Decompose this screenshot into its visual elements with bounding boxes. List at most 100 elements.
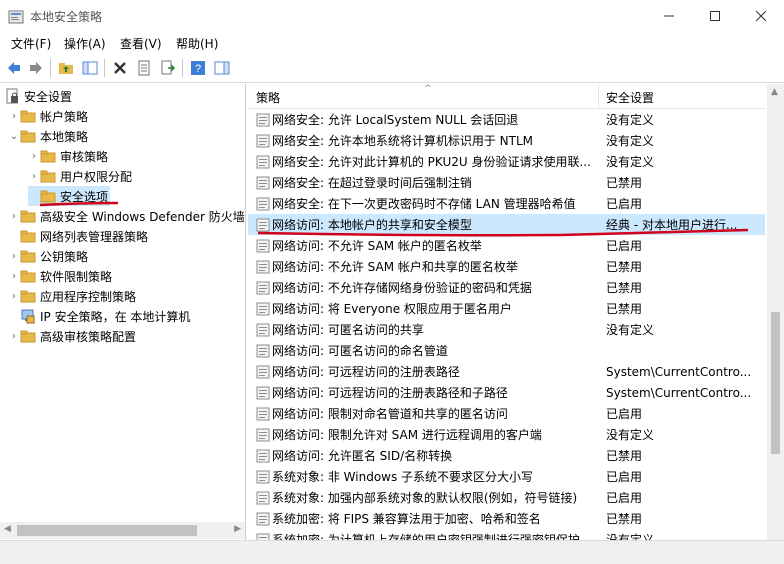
policy-row[interactable]: 网络访问: 限制允许对 SAM 进行远程调用的客户端 没有定义: [248, 424, 765, 445]
policy-row[interactable]: 系统加密: 将 FIPS 兼容算法用于加密、哈希和签名 已禁用: [248, 508, 765, 529]
chevron-right-icon[interactable]: ›: [28, 151, 40, 162]
chevron-right-icon[interactable]: ›: [28, 171, 40, 182]
menu-action[interactable]: 操作(A): [64, 35, 106, 52]
tree-item[interactable]: › 用户权限分配: [28, 166, 132, 186]
toolbar-separator: [104, 59, 105, 77]
policy-row[interactable]: 系统对象: 非 Windows 子系统不要求区分大小写 已启用: [248, 466, 765, 487]
column-security-setting[interactable]: 安全设置: [606, 89, 654, 106]
chevron-right-icon[interactable]: ›: [8, 271, 20, 282]
delete-button[interactable]: [110, 58, 130, 78]
policy-row[interactable]: 网络访问: 允许匿名 SID/名称转换 已禁用: [248, 445, 765, 466]
show-hide-tree-button[interactable]: [80, 58, 100, 78]
tree-item-label: 高级安全 Windows Defender 防火墙: [40, 209, 245, 224]
maximize-icon: [710, 11, 720, 21]
chevron-down-icon[interactable]: ⌄: [8, 131, 20, 142]
column-policy[interactable]: 策略: [256, 89, 280, 106]
tree-item-label: 安全选项: [60, 189, 109, 204]
close-button[interactable]: [738, 0, 784, 32]
tree-item[interactable]: › 帐户策略: [8, 106, 88, 126]
scroll-left-icon[interactable]: ◀: [4, 524, 11, 534]
scroll-thumb[interactable]: [771, 312, 780, 454]
menu-help[interactable]: 帮助(H): [176, 35, 218, 52]
policy-setting: 已禁用: [606, 449, 643, 463]
policy-name: 网络访问: 可远程访问的注册表路径和子路径: [272, 386, 508, 400]
policy-setting: 已禁用: [606, 302, 643, 316]
folder-icon: [20, 230, 36, 243]
tree-item[interactable]: › 软件限制策略: [8, 266, 112, 286]
back-button[interactable]: [4, 58, 24, 78]
policy-icon: [256, 134, 270, 147]
folder-icon: [20, 250, 36, 263]
maximize-button[interactable]: [692, 0, 738, 32]
chevron-right-icon[interactable]: ›: [8, 211, 20, 222]
policy-row[interactable]: 网络访问: 可远程访问的注册表路径和子路径 System\CurrentContr…: [248, 382, 765, 403]
tree-horizontal-scrollbar[interactable]: ◀ ▶: [0, 522, 245, 539]
policy-name: 网络访问: 不允许 SAM 帐户和共享的匿名枚举: [272, 260, 518, 274]
policy-name: 系统加密: 将 FIPS 兼容算法用于加密、哈希和签名: [272, 512, 541, 526]
policy-icon: [256, 470, 270, 483]
tree-item[interactable]: › 公钥策略: [8, 246, 88, 266]
close-icon: [755, 10, 767, 22]
scroll-right-icon[interactable]: ▶: [234, 524, 241, 534]
show-action-pane-button[interactable]: [212, 58, 232, 78]
policy-icon: [256, 176, 270, 189]
chevron-right-icon[interactable]: ›: [8, 291, 20, 302]
policy-row[interactable]: 网络安全: 允许 LocalSystem NULL 会话回退 没有定义: [248, 109, 765, 130]
security-settings-icon: [6, 88, 18, 104]
tree-item-label: 审核策略: [60, 149, 109, 164]
up-one-level-button[interactable]: [56, 58, 76, 78]
tree-item-label: IP 安全策略，在 本地计算机: [40, 309, 191, 324]
tree-item[interactable]: › 高级审核策略配置: [8, 326, 136, 346]
minimize-button[interactable]: [646, 0, 692, 32]
policy-row[interactable]: 网络访问: 本地帐户的共享和安全模型 经典 - 对本地用户进行...: [248, 214, 765, 235]
scroll-thumb[interactable]: [17, 525, 197, 536]
policy-row[interactable]: 网络访问: 不允许 SAM 帐户和共享的匿名枚举 已禁用: [248, 256, 765, 277]
forward-button[interactable]: [26, 58, 46, 78]
tree-item[interactable]: › 高级安全 Windows Defender 防火墙: [8, 206, 245, 226]
policy-row[interactable]: 系统对象: 加强内部系统对象的默认权限(例如，符号链接) 已启用: [248, 487, 765, 508]
tree-root-security-settings[interactable]: 安全设置: [4, 86, 72, 106]
policy-name: 网络访问: 本地帐户的共享和安全模型: [272, 218, 472, 232]
export-list-button[interactable]: [158, 58, 178, 78]
chevron-right-icon[interactable]: ›: [8, 331, 20, 342]
policy-setting: 没有定义: [606, 323, 655, 337]
menu-file[interactable]: 文件(F): [11, 35, 51, 52]
policy-row[interactable]: 网络安全: 在下一次更改密码时不存储 LAN 管理器哈希值 已启用: [248, 193, 765, 214]
policy-row[interactable]: 网络访问: 不允许 SAM 帐户的匿名枚举 已启用: [248, 235, 765, 256]
policy-name: 网络访问: 允许匿名 SID/名称转换: [272, 449, 453, 463]
policy-list: 策略 ^ 安全设置 网络安全: 允许 LocalSystem NULL 会话回退…: [248, 84, 784, 540]
toolbar-separator: [50, 59, 51, 77]
policy-row[interactable]: 网络安全: 允许本地系统将计算机标识用于 NTLM 没有定义: [248, 130, 765, 151]
policy-row[interactable]: 网络访问: 可远程访问的注册表路径 System\CurrentContro...: [248, 361, 765, 382]
menu-view[interactable]: 查看(V): [120, 35, 162, 52]
policy-name: 系统加密: 为计算机上存储的用户密钥强制进行强密钥保护: [272, 533, 580, 540]
properties-button[interactable]: [134, 58, 154, 78]
policy-row[interactable]: 网络安全: 允许对此计算机的 PKU2U 身份验证请求使用联... 没有定义: [248, 151, 765, 172]
tree-item[interactable]: 网络列表管理器策略: [8, 226, 148, 246]
help-icon: ?: [191, 61, 205, 75]
chevron-right-icon[interactable]: ›: [8, 111, 20, 122]
policy-row[interactable]: 网络安全: 在超过登录时间后强制注销 已禁用: [248, 172, 765, 193]
list-vertical-scrollbar[interactable]: ▲: [767, 84, 784, 540]
policy-row[interactable]: 网络访问: 可匿名访问的命名管道: [248, 340, 765, 361]
tree-item[interactable]: 安全选项: [28, 186, 111, 206]
tree-item[interactable]: ⌄ 本地策略: [8, 126, 88, 146]
policy-name: 网络安全: 在下一次更改密码时不存储 LAN 管理器哈希值: [272, 197, 576, 211]
console-tree-icon: [82, 61, 98, 75]
scroll-up-icon[interactable]: ▲: [771, 87, 778, 97]
policy-row[interactable]: 网络访问: 将 Everyone 权限应用于匿名用户 已禁用: [248, 298, 765, 319]
policy-row[interactable]: 网络访问: 可匿名访问的共享 没有定义: [248, 319, 765, 340]
help-button[interactable]: ?: [188, 58, 208, 78]
policy-row[interactable]: 系统加密: 为计算机上存储的用户密钥强制进行强密钥保护 没有定义: [248, 529, 765, 540]
tree-item[interactable]: › 审核策略: [28, 146, 108, 166]
tree-item[interactable]: IP 安全策略，在 本地计算机: [8, 306, 190, 326]
chevron-right-icon[interactable]: ›: [8, 251, 20, 262]
policy-icon: [256, 449, 270, 462]
properties-icon: [138, 60, 150, 76]
tree-item-label: 用户权限分配: [60, 169, 133, 184]
policy-row[interactable]: 网络访问: 限制对命名管道和共享的匿名访问 已启用: [248, 403, 765, 424]
policy-row[interactable]: 网络访问: 不允许存储网络身份验证的密码和凭据 已禁用: [248, 277, 765, 298]
policy-name: 网络访问: 不允许存储网络身份验证的密码和凭据: [272, 281, 532, 295]
column-divider[interactable]: [598, 84, 599, 108]
tree-item[interactable]: › 应用程序控制策略: [8, 286, 136, 306]
